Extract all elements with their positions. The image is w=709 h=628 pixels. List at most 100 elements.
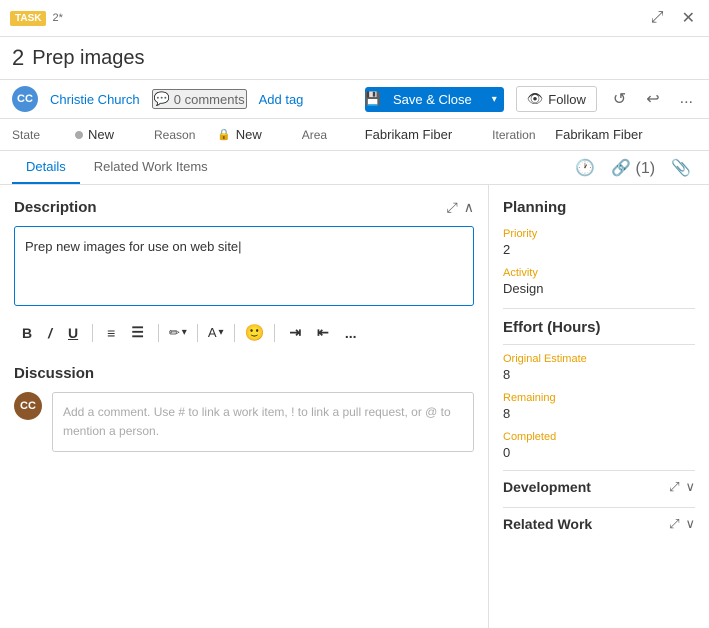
development-title: Development [503,479,591,495]
task-badge: TASK [10,11,46,26]
related-work-title: Related Work [503,516,592,532]
state-dot [75,131,83,139]
area-label: Area [302,128,357,142]
text-color-label: A [208,325,217,340]
reason-text: New [236,127,262,142]
related-work-icons: ⤢ ∨ [669,516,695,532]
tab-related-work-items[interactable]: Related Work Items [80,151,222,184]
original-estimate-label: Original Estimate [503,353,695,365]
description-collapse-icon[interactable]: ∧ [464,199,474,216]
completed-value[interactable]: 0 [503,445,695,460]
highlight-color[interactable]: ✏ ▾ [169,325,187,341]
text-color[interactable]: A ▾ [208,325,224,340]
save-close-dropdown-arrow[interactable]: ▾ [485,89,504,110]
emoji-button[interactable]: 🙂 [245,323,265,343]
history-icon[interactable]: 🕐 [569,156,601,180]
more-format-button[interactable]: ... [341,323,361,343]
remaining-value[interactable]: 8 [503,406,695,421]
development-section-header[interactable]: Development ⤢ ∨ [503,470,695,503]
related-work-collapse-icon: ∨ [685,516,695,532]
iteration-label: Iteration [492,128,547,142]
development-expand-icon: ⤢ [669,479,679,495]
toolbar: CC Christie Church 💬 0 comments Add tag … [0,80,709,119]
iteration-value[interactable]: Fabrikam Fiber [555,127,642,142]
discussion-label: Discussion [14,365,94,382]
links-count: (1) [636,160,656,177]
highlight-arrow: ▾ [182,327,187,338]
bold-button[interactable]: B [18,323,36,343]
effort-divider [503,344,695,345]
undo-icon[interactable]: ↩ [642,87,663,111]
refresh-icon[interactable]: ↺ [609,87,630,111]
formatting-toolbar: B / U ≡ ☰ ✏ ▾ A ▾ 🙂 ⇥ ⇤ ... [14,316,474,349]
title-bar-left: TASK 2* [10,11,647,26]
left-panel: Description ⤢ ∧ Prep new images for use … [0,185,489,628]
remaining-label: Remaining [503,392,695,404]
related-work-section-header[interactable]: Related Work ⤢ ∨ [503,507,695,540]
description-input[interactable]: Prep new images for use on web site| [14,226,474,306]
development-icons: ⤢ ∨ [669,479,695,495]
add-tag-button[interactable]: Add tag [259,92,304,107]
fmt-separator-2 [158,324,159,342]
save-icon: 💾 [365,91,381,107]
fmt-separator-3 [197,324,198,342]
toolbar-action-icons: ↺ ↩ ... [609,87,697,111]
save-close-button[interactable]: 💾 Save & Close ▾ [365,87,504,112]
follow-button[interactable]: 👁 Follow [516,86,597,112]
list-button[interactable]: ☰ [127,322,148,343]
description-section-title: Description ⤢ ∧ [14,199,474,216]
more-options-icon[interactable]: ... [676,88,697,110]
avatar: CC [12,86,38,112]
fmt-separator-1 [92,324,93,342]
completed-label: Completed [503,431,695,443]
title-bar-icons: ⤢ ✕ [647,6,699,30]
follow-eye-icon: 👁 [527,91,544,107]
links-icon[interactable]: 🔗 (1) [605,156,661,180]
right-panel: Planning Priority 2 Activity Design Effo… [489,185,709,628]
expand-icon[interactable]: ⤢ [647,7,668,29]
italic-button[interactable]: / [44,323,56,343]
reason-field: Reason 🔒 New [154,127,262,142]
description-label: Description [14,199,97,216]
tabs-bar: Details Related Work Items 🕐 🔗 (1) 📎 [0,151,709,185]
tab-extra-icons: 🕐 🔗 (1) 📎 [569,151,697,184]
activity-value[interactable]: Design [503,281,695,296]
close-icon[interactable]: ✕ [678,6,699,30]
user-name[interactable]: Christie Church [50,92,140,107]
description-expand-controls: ⤢ ∧ [447,199,474,216]
underline-button[interactable]: U [64,323,82,343]
discussion-area: CC Add a comment. Use # to link a work i… [14,392,474,452]
development-collapse-icon: ∨ [685,479,695,495]
original-estimate-value[interactable]: 8 [503,367,695,382]
planning-title: Planning [503,199,695,216]
priority-value[interactable]: 2 [503,242,695,257]
iteration-field: Iteration Fabrikam Fiber [492,127,642,142]
tab-details[interactable]: Details [12,151,80,184]
outdent-button[interactable]: ⇤ [313,322,333,343]
comments-button[interactable]: 💬 0 comments [152,89,247,109]
state-text: New [88,127,114,142]
state-value[interactable]: New [75,127,114,142]
lock-icon: 🔒 [217,128,231,141]
comment-placeholder: Add a comment. Use # to link a work item… [63,405,451,438]
indent-button[interactable]: ⇥ [285,322,305,343]
title-bar: TASK 2* ⤢ ✕ [0,0,709,37]
attachment-icon[interactable]: 📎 [665,156,697,180]
meta-row: State New Reason 🔒 New Area Fabrikam Fib… [0,119,709,151]
description-expand-icon[interactable]: ⤢ [447,199,458,216]
comment-input[interactable]: Add a comment. Use # to link a work item… [52,392,474,452]
activity-label: Activity [503,267,695,279]
fmt-separator-5 [274,324,275,342]
highlight-icon: ✏ [169,325,180,341]
discussion-avatar: CC [14,392,42,420]
comments-count: 0 comments [174,92,245,107]
follow-label: Follow [548,92,586,107]
area-field: Area Fabrikam Fiber [302,127,452,142]
page-title-row: 2 Prep images [0,37,709,80]
page-title: Prep images [32,47,144,70]
area-value[interactable]: Fabrikam Fiber [365,127,452,142]
reason-value[interactable]: 🔒 New [217,127,262,142]
task-id: 2* [52,12,62,24]
text-color-arrow: ▾ [218,327,223,338]
align-button[interactable]: ≡ [103,323,119,343]
